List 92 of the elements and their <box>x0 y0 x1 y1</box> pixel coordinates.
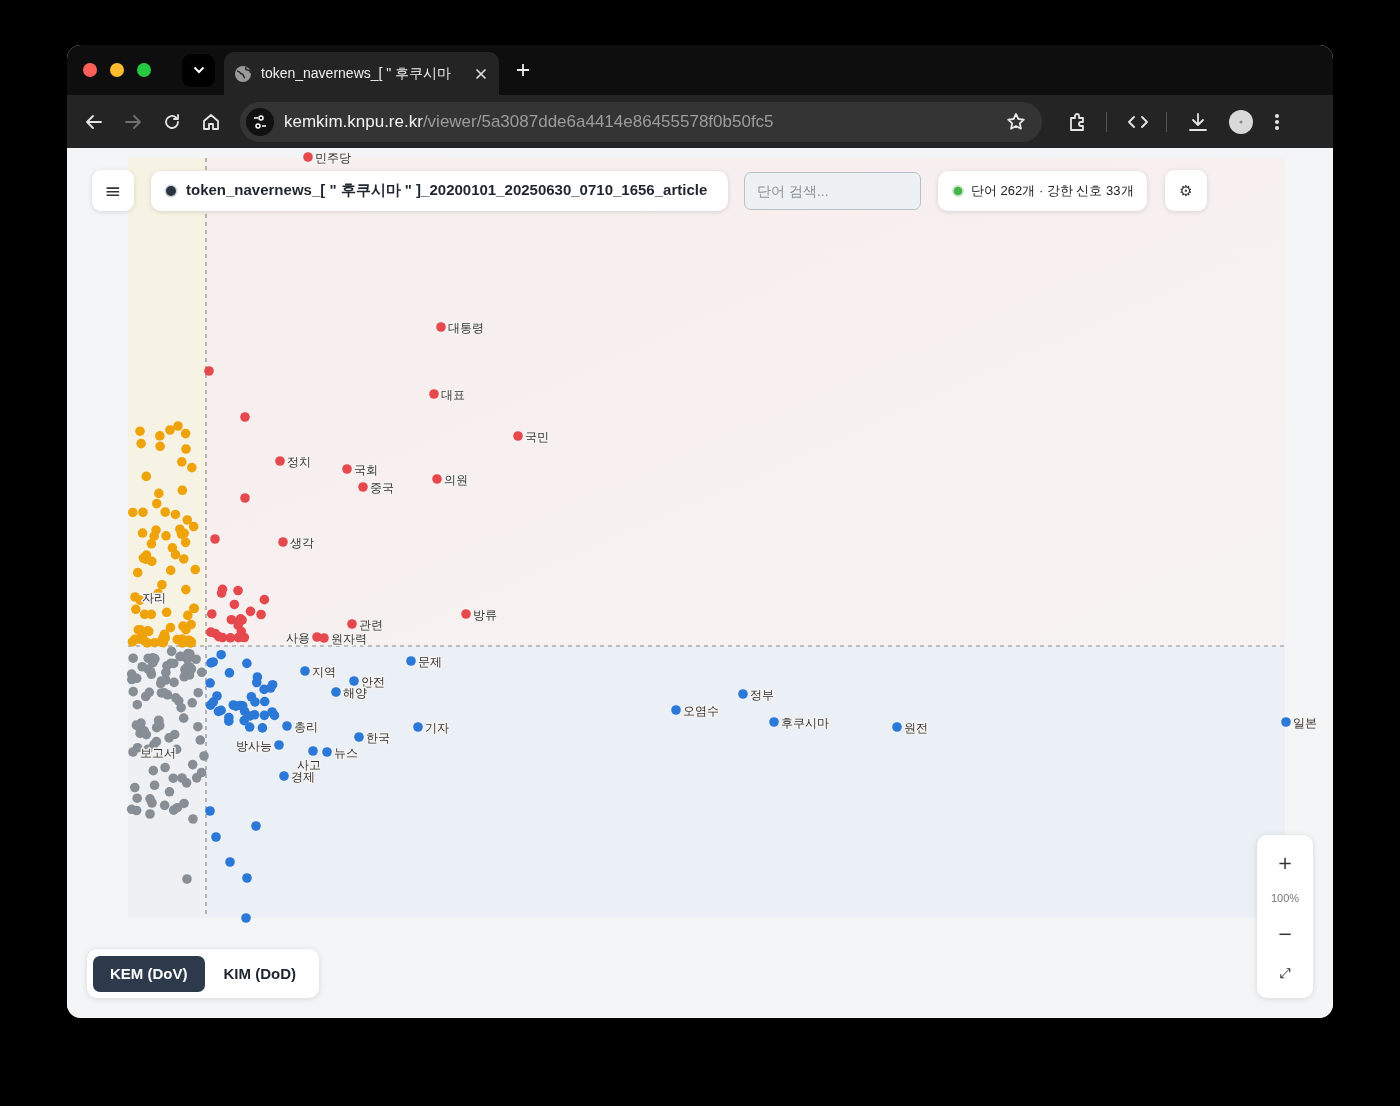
zoom-level-text: 100% <box>1270 891 1300 904</box>
point-label: 중국 <box>370 480 394 495</box>
tab-title: token_navernews_[ " 후쿠시마 <box>261 64 453 83</box>
profile-avatar-icon[interactable] <box>1229 109 1253 134</box>
point-label: 국민 <box>525 429 549 444</box>
more-menu-icon[interactable] <box>1274 112 1280 131</box>
minimize-window-icon[interactable] <box>110 63 124 77</box>
dataset-dot-icon <box>164 183 178 198</box>
point-label: 정치 <box>287 454 311 469</box>
point-label: 오염수 <box>683 703 719 718</box>
point-marker[interactable] <box>308 746 318 756</box>
point-marker[interactable] <box>279 771 289 781</box>
mode-button[interactable]: KIM (DoD) <box>206 955 313 992</box>
point-marker[interactable] <box>406 656 416 666</box>
point-label: 원자력 <box>331 631 367 646</box>
point-marker[interactable] <box>128 747 138 757</box>
point-label: 대표 <box>441 387 465 402</box>
point-marker[interactable] <box>347 619 357 629</box>
tab-list-button[interactable] <box>182 53 215 87</box>
mode-button[interactable]: KEM (DoV) <box>93 955 205 992</box>
point-marker[interactable] <box>769 717 779 727</box>
point-marker[interactable] <box>322 747 332 757</box>
point-marker[interactable] <box>432 474 442 484</box>
back-arrow-icon[interactable] <box>85 112 103 131</box>
zoom-out-button[interactable]: − <box>1269 920 1301 946</box>
menu-button[interactable]: ≡ <box>92 170 134 211</box>
point-label: 총리 <box>294 719 318 734</box>
point-label: 뉴스 <box>334 745 358 760</box>
home-icon[interactable] <box>202 112 220 131</box>
close-icon[interactable] <box>475 67 487 80</box>
star-icon[interactable] <box>1006 111 1026 132</box>
point-label: 한국 <box>366 730 390 745</box>
dataset-chip[interactable]: token_navernews_[ " 후쿠시마 " ]_20200101_20250630_0710_1656_article <box>151 170 728 211</box>
point-marker[interactable] <box>738 689 748 699</box>
close-window-icon[interactable] <box>83 63 97 77</box>
point-marker[interactable] <box>275 456 285 466</box>
point-label: 후쿠시마 <box>781 715 829 730</box>
point-marker[interactable] <box>278 537 288 547</box>
point-marker[interactable] <box>282 721 292 731</box>
address-bar[interactable]: kemkim.knpu.re.kr/viewer/5a3087dde6a4414e86455578f0b50fc5 <box>240 101 1042 142</box>
point-marker[interactable] <box>413 722 423 732</box>
stats-text: 단어 262개 · 강한 신호 33개 <box>971 181 1134 200</box>
point-label: 사고 <box>297 758 321 772</box>
point-label: 보고서 <box>140 745 176 760</box>
point-label: 문제 <box>418 654 442 669</box>
site-info-icon[interactable] <box>246 107 274 136</box>
point-marker[interactable] <box>461 609 471 619</box>
status-dot-icon <box>952 184 964 197</box>
point-marker[interactable] <box>331 687 341 697</box>
point-label: 사용 <box>286 630 310 645</box>
point-label: 원전 <box>904 720 928 735</box>
dataset-name: token_navernews_[ " 후쿠시마 " ]_20200101_20250630_0710_1656_article <box>186 181 708 200</box>
search-field[interactable]: 단어 검색... <box>744 171 921 210</box>
point-marker[interactable] <box>358 482 368 492</box>
point-marker[interactable] <box>354 732 364 742</box>
point-label: 국회 <box>354 462 378 477</box>
browser-tab[interactable]: token_navernews_[ " 후쿠시마 <box>224 52 499 95</box>
settings-button[interactable]: ⚙ <box>1165 170 1207 211</box>
chevron-down-icon <box>192 66 205 74</box>
point-label: 관련 <box>359 617 383 632</box>
point-label: 경제 <box>291 769 315 784</box>
point-label: 방사능 <box>236 738 272 753</box>
point-label: 민주당 <box>315 150 351 165</box>
globe-icon <box>234 64 252 83</box>
point-marker[interactable] <box>319 633 329 643</box>
plus-icon[interactable] <box>516 63 530 77</box>
fit-view-button[interactable]: ⤢ <box>1271 962 1299 984</box>
download-icon[interactable] <box>1188 111 1208 132</box>
maximize-window-icon[interactable] <box>137 63 151 77</box>
point-label: 생각 <box>290 535 314 550</box>
point-marker[interactable] <box>892 722 902 732</box>
point-marker[interactable] <box>130 592 140 602</box>
point-marker[interactable] <box>300 666 310 676</box>
point-marker[interactable] <box>671 705 681 715</box>
point-label: 방류 <box>473 607 497 622</box>
point-marker[interactable] <box>1281 717 1291 727</box>
code-icon[interactable] <box>1128 114 1148 129</box>
reload-icon[interactable] <box>163 112 181 131</box>
point-label: 대통령 <box>448 320 484 335</box>
point-marker[interactable] <box>429 389 439 399</box>
point-marker[interactable] <box>303 152 313 162</box>
point-label: 일본 <box>1293 715 1317 730</box>
zoom-in-button[interactable]: + <box>1269 849 1301 875</box>
point-marker[interactable] <box>436 322 446 332</box>
point-marker[interactable] <box>274 740 284 750</box>
point-label: 정부 <box>750 687 774 702</box>
point-label: 의원 <box>444 472 468 487</box>
point-label: 기자 <box>425 720 449 735</box>
point-label: 지역 <box>312 664 336 679</box>
point-marker[interactable] <box>342 464 352 474</box>
point-marker[interactable] <box>513 431 523 441</box>
point-marker[interactable] <box>349 676 359 686</box>
